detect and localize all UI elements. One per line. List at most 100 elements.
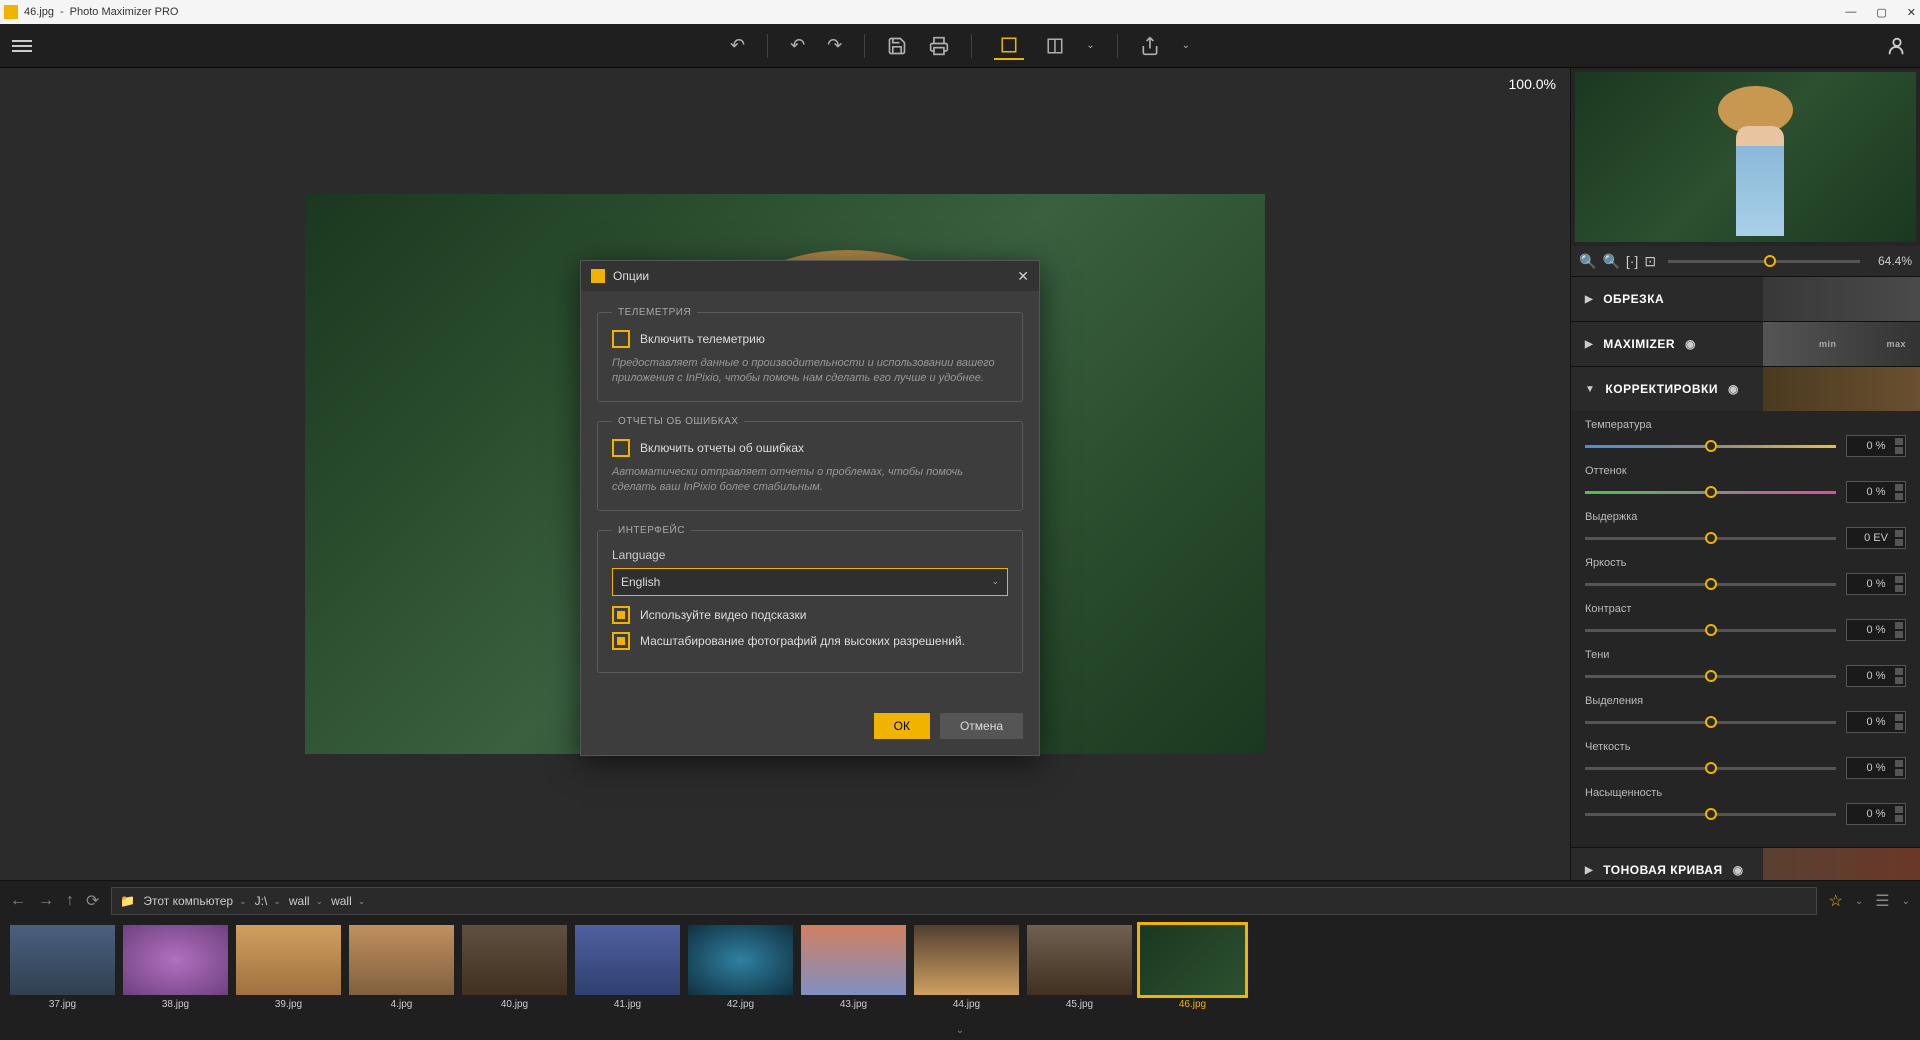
preview-zoom-slider[interactable] [1668, 260, 1860, 263]
thumbnail[interactable]: 39.jpg [236, 925, 341, 1010]
view-dropdown-icon[interactable]: ⌄ [1902, 896, 1910, 907]
view-dropdown-icon[interactable]: ⌄ [1086, 40, 1094, 51]
close-window-button[interactable]: ✕ [1907, 6, 1916, 19]
thumbnail-name: 41.jpg [614, 999, 641, 1010]
actual-icon[interactable]: ⊡ [1644, 253, 1656, 270]
view-options-icon[interactable]: ☰ [1875, 891, 1889, 911]
save-icon[interactable] [887, 36, 907, 56]
view-split-icon[interactable] [1046, 37, 1064, 55]
nav-refresh-icon[interactable]: ⟳ [86, 891, 99, 911]
share-dropdown-icon[interactable]: ⌄ [1182, 40, 1190, 51]
thumbnail-image [10, 925, 115, 995]
adjustment-value[interactable]: 0 % [1846, 711, 1906, 733]
adjustment-value[interactable]: 0 % [1846, 803, 1906, 825]
ok-button[interactable]: ОК [874, 713, 930, 739]
section-tone-curve[interactable]: ▶ ТОНОВАЯ КРИВАЯ ◉ [1571, 848, 1920, 880]
maximize-button[interactable]: ▢ [1876, 6, 1886, 19]
adjustment-slider[interactable] [1585, 583, 1836, 586]
adjustment-value[interactable]: 0 % [1846, 481, 1906, 503]
favorite-icon[interactable]: ☆ [1829, 891, 1843, 911]
undo-icon[interactable]: ↶ [730, 35, 745, 56]
adjustment-slider[interactable] [1585, 445, 1836, 448]
undo2-icon[interactable]: ↶ [790, 35, 805, 56]
path-breadcrumb[interactable]: 📁 Этот компьютер⌄ J:\⌄ wall⌄ wall⌄ [111, 887, 1816, 915]
thumbnail-image [688, 925, 793, 995]
cancel-button[interactable]: Отмена [940, 713, 1023, 739]
fit-icon[interactable]: [·] [1626, 253, 1638, 269]
minimize-button[interactable]: — [1845, 6, 1856, 19]
section-maximizer[interactable]: ▶ MAXIMIZER ◉ min max [1571, 322, 1920, 366]
thumbnail-name: 46.jpg [1179, 999, 1206, 1010]
adjustment-slider[interactable] [1585, 629, 1836, 632]
eye-icon[interactable]: ◉ [1728, 382, 1739, 396]
adjustment-value[interactable]: 0 EV [1846, 527, 1906, 549]
view-single-icon[interactable] [994, 32, 1024, 60]
adjustment-value[interactable]: 0 % [1846, 619, 1906, 641]
adjustment-slider[interactable] [1585, 537, 1836, 540]
telemetry-checkbox[interactable] [612, 330, 630, 348]
nav-back-icon[interactable]: ← [10, 892, 26, 910]
adjustment-slider[interactable] [1585, 767, 1836, 770]
adjustment-value[interactable]: 0 % [1846, 757, 1906, 779]
adjustment-label: Контраст [1585, 603, 1906, 615]
adjustment-row: Яркость 0 % [1585, 557, 1906, 595]
error-reports-checkbox[interactable] [612, 439, 630, 457]
eye-icon[interactable]: ◉ [1685, 337, 1696, 351]
thumbnail[interactable]: 42.jpg [688, 925, 793, 1010]
thumbnail-image [123, 925, 228, 995]
zoom-in-icon[interactable]: 🔍 [1602, 253, 1619, 270]
scaling-checkbox[interactable] [612, 632, 630, 650]
section-corrections[interactable]: ▼ КОРРЕКТИРОВКИ ◉ [1571, 367, 1920, 411]
dialog-titlebar[interactable]: Опции ✕ [581, 261, 1039, 291]
dialog-close-button[interactable]: ✕ [1017, 268, 1029, 285]
adjustment-value[interactable]: 0 % [1846, 435, 1906, 457]
user-menu[interactable] [1886, 35, 1908, 57]
adjustment-label: Насыщенность [1585, 787, 1906, 799]
section-crop[interactable]: ▶ ОБРЕЗКА [1571, 277, 1920, 321]
thumbnail-image [349, 925, 454, 995]
fav-dropdown-icon[interactable]: ⌄ [1855, 896, 1863, 907]
chevron-right-icon: ▶ [1585, 339, 1593, 350]
thumbnail[interactable]: 37.jpg [10, 925, 115, 1010]
adjustment-value[interactable]: 0 % [1846, 665, 1906, 687]
nav-forward-icon[interactable]: → [38, 892, 54, 910]
collapse-filmstrip[interactable]: ⌄ [0, 1025, 1920, 1039]
adjustment-slider[interactable] [1585, 813, 1836, 816]
redo-icon[interactable]: ↷ [827, 35, 842, 56]
preview-thumbnail[interactable] [1575, 72, 1916, 242]
print-icon[interactable] [929, 36, 949, 56]
menu-button[interactable] [12, 37, 32, 55]
adjustment-label: Тени [1585, 649, 1906, 661]
language-select[interactable]: English ⌄ [612, 568, 1008, 596]
thumbnail[interactable]: 41.jpg [575, 925, 680, 1010]
adjustment-slider[interactable] [1585, 721, 1836, 724]
right-panel: 🔍 🔍 [·] ⊡ 64.4% ▶ ОБРЕЗКА ▶ MAXIMIZER ◉ … [1570, 68, 1920, 880]
thumbnail[interactable]: 43.jpg [801, 925, 906, 1010]
preview-zoom-value: 64.4% [1872, 254, 1912, 268]
adjustment-slider[interactable] [1585, 491, 1836, 494]
video-hints-checkbox[interactable] [612, 606, 630, 624]
adjustment-label: Выдержка [1585, 511, 1906, 523]
zoom-out-icon[interactable]: 🔍 [1579, 253, 1596, 270]
thumbnail[interactable]: 46.jpg [1140, 925, 1245, 1010]
share-icon[interactable] [1140, 36, 1160, 56]
adjustment-row: Выдержка 0 EV [1585, 511, 1906, 549]
eye-icon[interactable]: ◉ [1733, 863, 1744, 877]
thumbnail[interactable]: 38.jpg [123, 925, 228, 1010]
thumbnail-image [1140, 925, 1245, 995]
thumbnail[interactable]: 44.jpg [914, 925, 1019, 1010]
thumbnail-name: 39.jpg [275, 999, 302, 1010]
adjustment-slider[interactable] [1585, 675, 1836, 678]
adjustment-value[interactable]: 0 % [1846, 573, 1906, 595]
nav-up-icon[interactable]: ↑ [66, 892, 74, 910]
options-dialog: Опции ✕ ТЕЛЕМЕТРИЯ Включить телеметрию П… [580, 260, 1040, 756]
zoom-level: 100.0% [1509, 76, 1556, 92]
thumbnail[interactable]: 40.jpg [462, 925, 567, 1010]
thumbnail-name: 45.jpg [1066, 999, 1093, 1010]
adjustment-row: Тени 0 % [1585, 649, 1906, 687]
title-appname: Photo Maximizer PRO [70, 6, 179, 18]
thumbnail[interactable]: 45.jpg [1027, 925, 1132, 1010]
thumbnail-image [575, 925, 680, 995]
thumbnail-name: 4.jpg [391, 999, 413, 1010]
thumbnail[interactable]: 4.jpg [349, 925, 454, 1010]
